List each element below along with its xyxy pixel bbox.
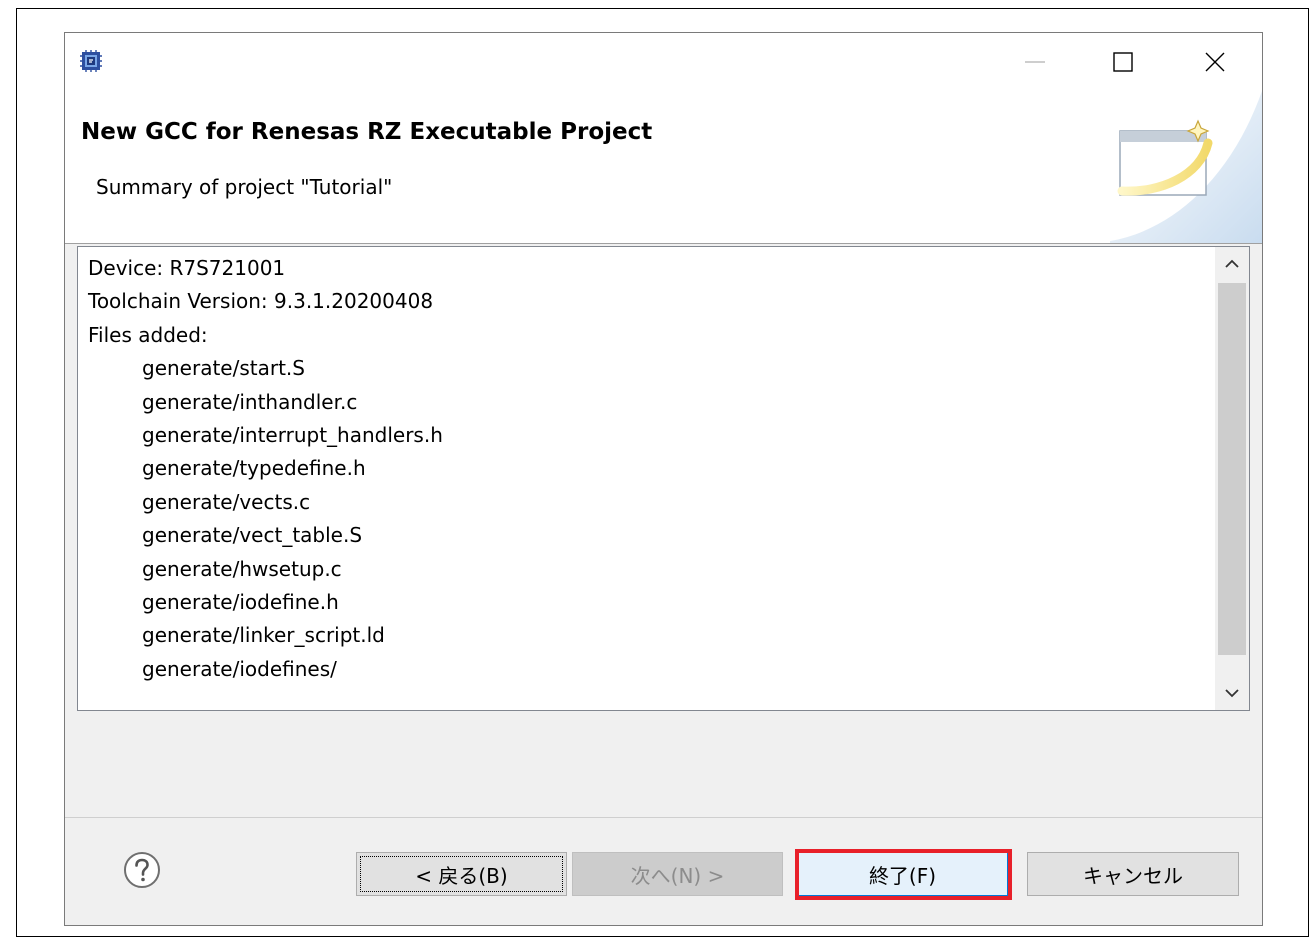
file-item: generate/vect_table.S bbox=[142, 523, 363, 548]
finish-button[interactable]: 終了(F) bbox=[797, 852, 1008, 896]
scroll-up-button[interactable] bbox=[1215, 247, 1249, 281]
file-item: generate/inthandler.c bbox=[142, 389, 358, 414]
file-item: generate/linker_script.ld bbox=[142, 623, 385, 648]
wizard-banner-icon bbox=[1110, 91, 1262, 243]
finish-button-label: 終了(F) bbox=[868, 863, 937, 888]
cancel-button[interactable]: キャンセル bbox=[1027, 852, 1239, 896]
summary-lines: Device: R7S721001 Toolchain Version: 9.3… bbox=[88, 252, 1209, 686]
title-bar bbox=[65, 33, 1262, 91]
minimize-button[interactable] bbox=[1015, 45, 1055, 79]
minimize-icon bbox=[1025, 61, 1045, 63]
file-item: generate/start.S bbox=[142, 356, 305, 381]
page-title: New GCC for Renesas RZ Executable Projec… bbox=[81, 119, 653, 145]
summary-text-area[interactable]: Device: R7S721001 Toolchain Version: 9.3… bbox=[77, 246, 1250, 711]
back-button-label: < 戻る(B) bbox=[415, 863, 508, 888]
file-item: generate/vects.c bbox=[142, 489, 311, 514]
scrollbar-thumb[interactable] bbox=[1218, 283, 1246, 655]
chevron-down-icon bbox=[1225, 689, 1239, 698]
close-button[interactable] bbox=[1195, 45, 1235, 79]
maximize-icon bbox=[1113, 52, 1133, 72]
maximize-button[interactable] bbox=[1103, 45, 1143, 79]
file-item: generate/iodefine.h bbox=[142, 589, 339, 614]
file-item: generate/interrupt_handlers.h bbox=[142, 422, 443, 447]
file-item: generate/hwsetup.c bbox=[142, 556, 342, 581]
back-button[interactable]: < 戻る(B) bbox=[356, 852, 567, 896]
vertical-scrollbar[interactable] bbox=[1215, 247, 1249, 710]
next-button-label: 次へ(N) > bbox=[630, 863, 725, 888]
scroll-down-button[interactable] bbox=[1215, 676, 1249, 710]
help-question-icon[interactable] bbox=[122, 850, 162, 890]
device-line: Device: R7S721001 bbox=[88, 256, 286, 280]
files-added-label: Files added: bbox=[88, 322, 208, 347]
file-item: generate/typedefine.h bbox=[142, 456, 366, 481]
page-subtitle: Summary of project "Tutorial" bbox=[96, 175, 393, 199]
cancel-button-label: キャンセル bbox=[1083, 863, 1183, 888]
wizard-dialog: New GCC for Renesas RZ Executable Projec… bbox=[64, 32, 1263, 926]
toolchain-line: Toolchain Version: 9.3.1.20200408 bbox=[88, 289, 434, 314]
wizard-header: New GCC for Renesas RZ Executable Projec… bbox=[65, 91, 1262, 244]
next-button[interactable]: 次へ(N) > bbox=[572, 852, 783, 896]
app-icon bbox=[80, 50, 102, 72]
footer-divider bbox=[65, 817, 1262, 818]
close-icon bbox=[1205, 52, 1225, 72]
file-item: generate/iodefines/ bbox=[142, 656, 337, 681]
chevron-up-icon bbox=[1225, 259, 1239, 268]
